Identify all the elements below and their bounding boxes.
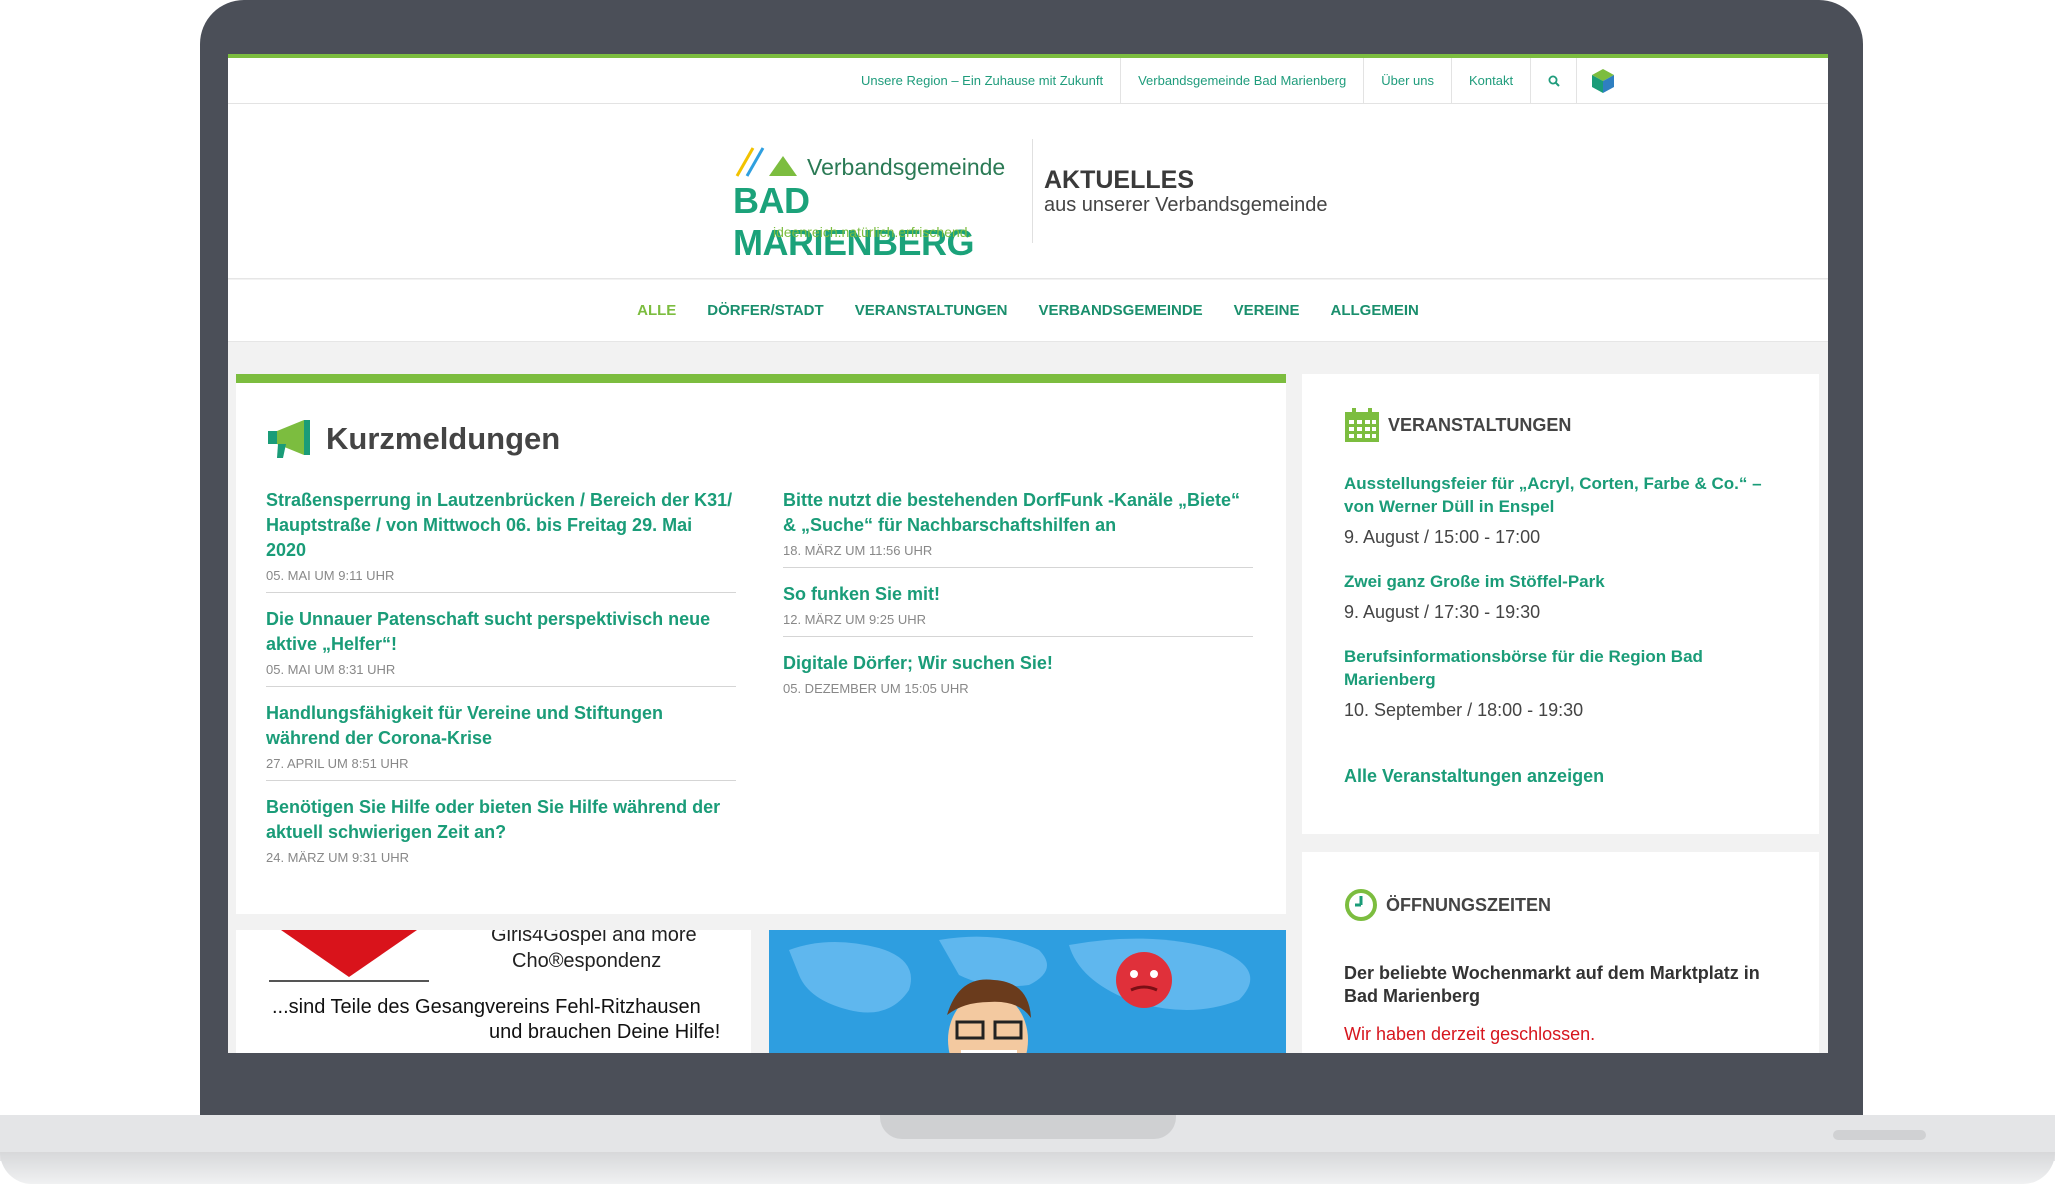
poster-text-line4: und brauchen Deine Hilfe! [489,1021,721,1043]
topnav-link-ueber-uns[interactable]: Über uns [1364,58,1452,104]
list-item[interactable]: Zwei ganz Große im Stöffel-Park 9. Augus… [1344,570,1794,623]
header-divider [1032,139,1033,243]
top-nav: Unsere Region – Ein Zuhause mit Zukunft … [844,58,1629,104]
list-item[interactable]: Berufsinformationsbörse für die Region B… [1344,645,1794,721]
event-title[interactable]: Zwei ganz Große im Stöffel-Park [1344,570,1794,593]
world-map-illustration [789,936,1251,1053]
news-date: 24. MÄRZ UM 9:31 UHR [266,850,410,865]
page-title: AKTUELLES [1044,166,1194,194]
logo-mark-icon [735,147,797,177]
kurzmeldungen-header: Kurzmeldungen [266,418,560,460]
oeffnungszeiten-widget: ÖFFNUNGSZEITEN Der beliebte Wochenmarkt … [1302,852,1819,1053]
news-date: 27. APRIL UM 8:51 UHR [266,756,409,771]
news-date: 05. MAI UM 8:31 UHR [266,662,396,677]
event-list: Ausstellungsfeier für „Acryl, Corten, Fa… [1344,472,1794,743]
event-time: 10. September / 18:00 - 19:30 [1344,700,1584,720]
event-title[interactable]: Ausstellungsfeier für „Acryl, Corten, Fa… [1344,472,1794,518]
status-closed: Wir haben derzeit geschlossen. [1344,1024,1596,1044]
news-date: 12. MÄRZ UM 9:25 UHR [783,612,927,627]
veranstaltungen-title: VERANSTALTUNGEN [1388,414,1572,435]
category-doerfer-stadt[interactable]: DÖRFER/STADT [692,302,839,319]
clock-icon [1345,889,1377,921]
topnav-link-kontakt[interactable]: Kontakt [1452,58,1532,104]
wochenmarkt-text: Der beliebte Wochenmarkt auf dem Marktpl… [1344,963,1760,1006]
poster-text-line2: Cho®espondenz [512,950,662,972]
list-item[interactable]: Handlungsfähigkeit für Vereine und Stift… [266,701,736,781]
category-alle[interactable]: ALLE [622,302,692,319]
laptop-base-edge [0,1152,2055,1184]
poster-text-line3: ...sind Teile des Gesangvereins Fehl-Rit… [272,996,701,1018]
oeffnungszeiten-title: ÖFFNUNGSZEITEN [1386,894,1551,915]
cube-icon[interactable] [1577,58,1629,104]
news-title[interactable]: So funken Sie mit! [783,582,1253,607]
list-item[interactable]: Benötigen Sie Hilfe oder bieten Sie Hilf… [266,795,736,874]
news-title[interactable]: Die Unnauer Patenschaft sucht perspektiv… [266,607,736,657]
laptop-foot [1833,1130,1926,1140]
kurzmeldungen-panel: Kurzmeldungen Straßensperrung in Lautzen… [236,374,1286,914]
site-header: Verbandsgemeinde BAD MARIENBERG ideenrei… [228,104,1828,279]
event-title[interactable]: Berufsinformationsbörse für die Region B… [1344,645,1794,691]
category-nav: ALLE DÖRFER/STADT VERANSTALTUNGEN VERBAN… [228,280,1828,342]
news-column-right: Bitte nutzt die bestehenden DorfFunk -Ka… [783,488,1253,719]
category-verbandsgemeinde[interactable]: VERBANDSGEMEINDE [1023,302,1218,319]
corona-world-map-image[interactable] [769,930,1286,1053]
list-item[interactable]: Bitte nutzt die bestehenden DorfFunk -Ka… [783,488,1253,568]
all-events-link[interactable]: Alle Veranstaltungen anzeigen [1344,766,1604,787]
news-title[interactable]: Bitte nutzt die bestehenden DorfFunk -Ka… [783,488,1253,538]
veranstaltungen-widget: VERANSTALTUNGEN Ausstellungsfeier für „A… [1302,374,1819,834]
news-title[interactable]: Digitale Dörfer; Wir suchen Sie! [783,651,1253,676]
browser-screen: Unsere Region – Ein Zuhause mit Zukunft … [228,54,1828,1053]
poster-stop-sign [281,930,417,977]
topnav-link-verbandsgemeinde[interactable]: Verbandsgemeinde Bad Marienberg [1121,58,1365,104]
news-date: 18. MÄRZ UM 11:56 UHR [783,543,933,558]
news-title[interactable]: Handlungsfähigkeit für Vereine und Stift… [266,701,736,751]
category-vereine[interactable]: VEREINE [1218,302,1315,319]
poster-text-line1: Girls4Gospel and more [491,930,697,946]
page-subtitle: aus unserer Verbandsgemeinde [1044,194,1328,216]
megaphone-icon [268,420,310,458]
event-time: 9. August / 15:00 - 17:00 [1344,527,1541,547]
logo-line2: BAD MARIENBERG [733,180,975,263]
category-veranstaltungen[interactable]: VERANSTALTUNGEN [839,302,1023,319]
site-logo[interactable]: Verbandsgemeinde BAD MARIENBERG ideenrei… [733,144,1008,263]
news-date: 05. MAI UM 9:11 UHR [266,568,395,583]
search-icon[interactable] [1531,58,1578,104]
logo-tagline: ideenreich.natürlich.erfrischend. [773,224,972,240]
veranstaltungen-header: VERANSTALTUNGEN [1344,407,1571,443]
event-time: 9. August / 17:30 - 19:30 [1344,602,1541,622]
list-item[interactable]: Straßensperrung in Lautzenbrücken / Bere… [266,488,736,593]
category-allgemein[interactable]: ALLGEMEIN [1315,302,1434,319]
laptop-notch [880,1115,1176,1139]
list-item[interactable]: Digitale Dörfer; Wir suchen Sie! 05. DEZ… [783,651,1253,705]
gesangverein-poster-image[interactable]: Girls4Gospel and more Cho®espondenz ...s… [236,930,751,1053]
oeffnungszeiten-header: ÖFFNUNGSZEITEN [1344,888,1551,922]
calendar-icon [1345,408,1379,442]
news-column-left: Straßensperrung in Lautzenbrücken / Bere… [266,488,736,888]
list-item[interactable]: Die Unnauer Patenschaft sucht perspektiv… [266,607,736,687]
topnav-link-region[interactable]: Unsere Region – Ein Zuhause mit Zukunft [844,58,1122,104]
news-title[interactable]: Benötigen Sie Hilfe oder bieten Sie Hilf… [266,795,736,845]
news-title[interactable]: Straßensperrung in Lautzenbrücken / Bere… [266,488,736,563]
list-item[interactable]: Ausstellungsfeier für „Acryl, Corten, Fa… [1344,472,1794,548]
logo-line1: Verbandsgemeinde [807,154,1006,180]
list-item[interactable]: So funken Sie mit! 12. MÄRZ UM 9:25 UHR [783,582,1253,637]
top-bar: Unsere Region – Ein Zuhause mit Zukunft … [228,54,1828,104]
news-date: 05. DEZEMBER UM 15:05 UHR [783,681,969,696]
kurzmeldungen-title: Kurzmeldungen [326,421,561,456]
